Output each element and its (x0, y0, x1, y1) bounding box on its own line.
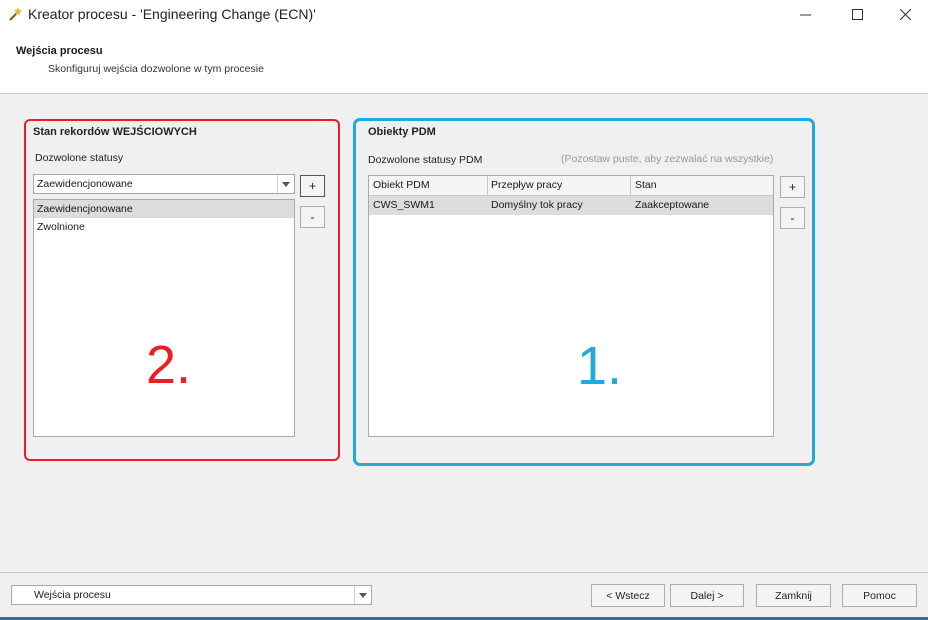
annotation-number-2: 2. (146, 335, 192, 395)
close-icon (899, 9, 911, 20)
annotation-blue-box (353, 118, 815, 466)
minimize-button[interactable] (782, 0, 828, 29)
minimize-icon (799, 14, 811, 16)
back-button[interactable]: < Wstecz (591, 584, 665, 607)
page-title: Wejścia procesu (16, 45, 103, 57)
maximize-icon (851, 9, 863, 20)
annotation-number-1: 1. (577, 336, 623, 396)
next-button[interactable]: Dalej > (670, 584, 744, 607)
step-combo-value: Wejścia procesu (34, 589, 111, 601)
close-button[interactable]: Zamknij (756, 584, 831, 607)
page-subtitle: Skonfiguruj wejścia dozwolone w tym proc… (48, 63, 264, 75)
title-bar: Kreator procesu - 'Engineering Change (E… (0, 0, 928, 29)
wizard-header: Wejścia procesu Skonfiguruj wejścia dozw… (0, 29, 928, 94)
wizard-wand-icon (9, 7, 22, 21)
footer-divider (0, 572, 928, 573)
maximize-button[interactable] (834, 0, 880, 29)
chevron-down-icon[interactable] (354, 586, 371, 604)
close-window-button[interactable] (882, 0, 928, 29)
help-button[interactable]: Pomoc (842, 584, 917, 607)
annotation-red-box (24, 119, 340, 461)
window-title: Kreator procesu - 'Engineering Change (E… (28, 6, 316, 22)
step-combo[interactable]: Wejścia procesu (11, 585, 372, 605)
